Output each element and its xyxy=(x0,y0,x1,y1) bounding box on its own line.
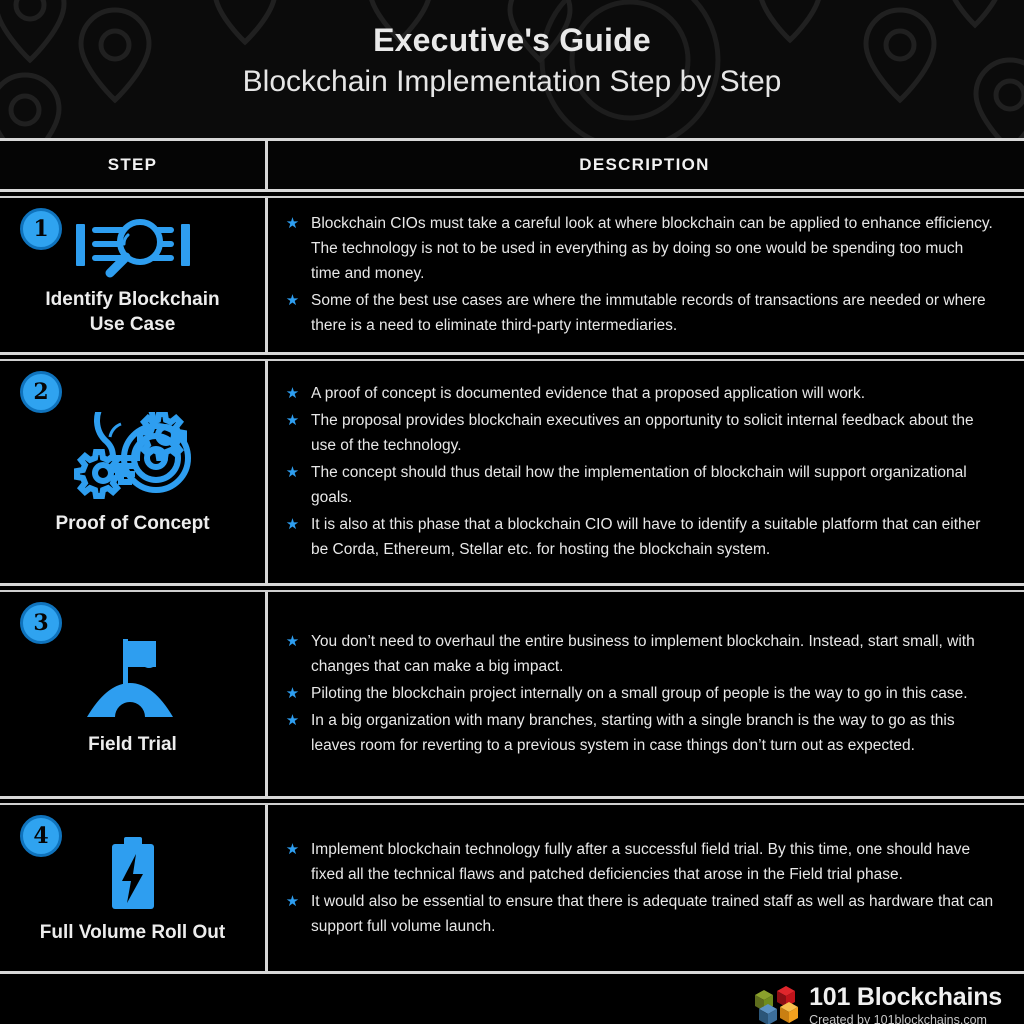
bullet-text: The proposal provides blockchain executi… xyxy=(311,412,974,454)
step-title-line2: Use Case xyxy=(89,314,176,335)
star-bullet-icon: ★ xyxy=(285,385,300,402)
list-item: ★ You don’t need to overhaul the entire … xyxy=(285,629,996,679)
table-row: 3 Field Trial ★ You don’t need to overha… xyxy=(0,592,1024,796)
step-title: Identify Blockchain Use Case xyxy=(45,288,219,337)
step-title: Full Volume Roll Out xyxy=(39,921,226,943)
brand-name: 101 Blockchains xyxy=(809,983,1002,1012)
footer-bar: 101 Blockchains Created by 101blockchain… xyxy=(0,974,1024,1024)
bullet-text: Blockchain CIOs must take a careful look… xyxy=(311,215,993,282)
bullet-text: It is also at this phase that a blockcha… xyxy=(311,516,981,558)
list-item: ★ Piloting the blockchain project intern… xyxy=(285,681,996,706)
star-bullet-icon: ★ xyxy=(285,516,300,533)
header-cell-description: DESCRIPTION xyxy=(265,141,1024,189)
column-divider xyxy=(265,198,268,352)
list-item: ★ A proof of concept is documented evide… xyxy=(285,381,996,406)
flag-on-hill-icon xyxy=(83,635,183,723)
description-cell: ★ Implement blockchain technology fully … xyxy=(265,805,1024,971)
column-divider xyxy=(265,592,268,796)
header-text-block: Executive's Guide Blockchain Implementat… xyxy=(0,0,1024,103)
list-item: ★ Some of the best use cases are where t… xyxy=(285,288,996,338)
step-number-badge: 1 xyxy=(20,208,62,250)
bullet-text: In a big organization with many branches… xyxy=(311,712,955,754)
description-cell: ★ Blockchain CIOs must take a careful lo… xyxy=(265,198,1024,352)
infographic-page: Executive's Guide Blockchain Implementat… xyxy=(0,0,1024,1024)
steps-table: STEP DESCRIPTION 1 Identify Blockchain U… xyxy=(0,138,1024,974)
star-bullet-icon: ★ xyxy=(285,412,300,429)
bullet-text: Some of the best use cases are where the… xyxy=(311,292,986,334)
list-item: ★ It would also be essential to ensure t… xyxy=(285,889,996,939)
star-bullet-icon: ★ xyxy=(285,215,300,232)
description-cell: ★ A proof of concept is documented evide… xyxy=(265,361,1024,583)
table-header-row: STEP DESCRIPTION xyxy=(0,141,1024,189)
header-banner: Executive's Guide Blockchain Implementat… xyxy=(0,0,1024,138)
brand-text: 101 Blockchains Created by 101blockchain… xyxy=(809,985,1002,1024)
page-title: Executive's Guide xyxy=(373,22,651,58)
list-item: ★ Implement blockchain technology fully … xyxy=(285,837,996,887)
step-number-badge: 3 xyxy=(20,602,62,644)
bullet-text: The concept should thus detail how the i… xyxy=(311,464,967,506)
step-title-line1: Identify Blockchain xyxy=(45,289,220,311)
star-bullet-icon: ★ xyxy=(285,464,300,481)
document-magnifier-icon xyxy=(74,216,192,278)
star-bullet-icon: ★ xyxy=(285,685,300,702)
star-bullet-icon: ★ xyxy=(285,712,300,729)
column-divider xyxy=(265,805,268,971)
step-cell: 2 Proof of Concept xyxy=(0,361,265,583)
bullet-list: ★ Blockchain CIOs must take a careful lo… xyxy=(285,211,996,339)
step-title: Proof of Concept xyxy=(55,512,210,534)
step-number-badge: 2 xyxy=(20,371,62,413)
step-title: Field Trial xyxy=(88,733,177,755)
lightbulb-gears-icon xyxy=(73,411,193,502)
star-bullet-icon: ★ xyxy=(285,892,300,910)
column-header-step: STEP xyxy=(107,155,158,174)
bullet-text: Piloting the blockchain project internal… xyxy=(311,685,968,702)
description-cell: ★ You don’t need to overhaul the entire … xyxy=(265,592,1024,796)
list-item: ★ The proposal provides blockchain execu… xyxy=(285,408,996,458)
step-cell: 4 Full Volume Roll Out xyxy=(0,805,265,971)
column-divider xyxy=(265,141,268,189)
header-cell-step: STEP xyxy=(0,141,265,189)
battery-bolt-icon xyxy=(100,835,166,911)
list-item: ★ Blockchain CIOs must take a careful lo… xyxy=(285,211,996,286)
bullet-list: ★ You don’t need to overhaul the entire … xyxy=(285,629,996,759)
bullet-text: You don’t need to overhaul the entire bu… xyxy=(311,633,975,675)
table-row: 4 Full Volume Roll Out ★ Implement block… xyxy=(0,805,1024,971)
bullet-text: It would also be essential to ensure tha… xyxy=(311,892,994,935)
brand-credit: Created by 101blockchains.com xyxy=(809,1013,987,1024)
bullet-list: ★ A proof of concept is documented evide… xyxy=(285,381,996,563)
bullet-list: ★ Implement blockchain technology fully … xyxy=(285,837,996,940)
page-subtitle: Blockchain Implementation Step by Step xyxy=(242,65,782,98)
column-divider xyxy=(265,361,268,583)
column-header-description: DESCRIPTION xyxy=(579,155,710,174)
step-number-badge: 4 xyxy=(20,815,62,857)
bullet-text: A proof of concept is documented evidenc… xyxy=(311,385,866,402)
brand-logo[interactable]: 101 Blockchains Created by 101blockchain… xyxy=(753,985,1002,1024)
star-bullet-icon: ★ xyxy=(285,292,300,309)
list-item: ★ It is also at this phase that a blockc… xyxy=(285,512,996,562)
list-item: ★ The concept should thus detail how the… xyxy=(285,460,996,510)
four-cubes-logo-icon xyxy=(753,985,799,1024)
table-row: 1 Identify Blockchain Use Case ★ Blockch… xyxy=(0,198,1024,352)
list-item: ★ In a big organization with many branch… xyxy=(285,708,996,758)
star-bullet-icon: ★ xyxy=(285,840,300,858)
bullet-text: Implement blockchain technology fully af… xyxy=(311,840,971,883)
table-row: 2 Proof of Concept ★ A proof of concept … xyxy=(0,361,1024,583)
step-cell: 3 Field Trial xyxy=(0,592,265,796)
star-bullet-icon: ★ xyxy=(285,633,300,650)
step-cell: 1 Identify Blockchain Use Case xyxy=(0,198,265,352)
